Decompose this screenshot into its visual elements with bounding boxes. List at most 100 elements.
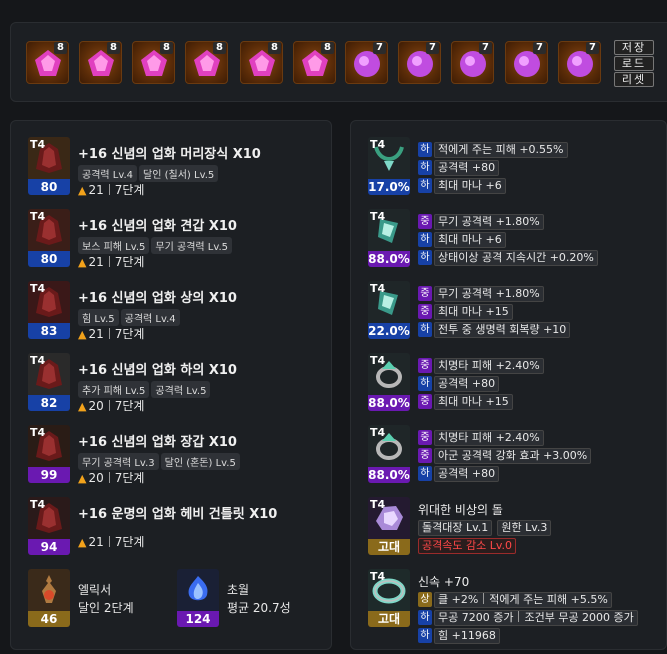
gem-level: 7 (586, 42, 599, 54)
equipment-tag: 달인 (혼돈) Lv.5 (160, 453, 240, 470)
equipment-tag: 공격력 Lv.5 (151, 381, 211, 398)
stone-engraving-1: 돌격대장 Lv.1 (418, 519, 493, 536)
chest-icon: T4 83 (28, 281, 70, 339)
gem-slot[interactable]: 7 (345, 41, 388, 84)
gem-slot[interactable]: 7 (398, 41, 441, 84)
gem-slot[interactable]: 8 (240, 41, 283, 84)
transcend-icon: 124 (177, 569, 219, 627)
stone-icon: T4 고대 (368, 497, 410, 555)
equipment-tag: 추가 피해 Lv.5 (78, 381, 150, 398)
bracelet-rarity: 고대 (368, 611, 410, 627)
equipment-tag: 보스 피해 Lv.5 (78, 237, 150, 254)
grade-badge: 하 (418, 250, 432, 265)
gem-slot[interactable]: 7 (451, 41, 494, 84)
grade-badge: 중 (418, 358, 432, 373)
stone-rarity: 고대 (368, 539, 410, 555)
elixir-value: 달인 2단계 (78, 601, 134, 615)
quality-value: 17.0% (368, 179, 410, 195)
grade-badge: 중 (418, 430, 432, 445)
gloves-icon: T4 99 (28, 425, 70, 483)
gem-slot[interactable]: 8 (293, 41, 336, 84)
gem-level: 7 (533, 42, 546, 54)
earring-icon: T4 88.0% (368, 209, 410, 267)
elixir-icon: 46 (28, 569, 70, 627)
quality-value: 82 (28, 395, 70, 411)
bracelet-title: 신속 +70 (418, 575, 470, 589)
equipment-stat: ▲ 20 7단계 (78, 399, 145, 413)
accessory-option: 공격력 +80 (434, 159, 500, 176)
flame-icon: ▲ (78, 184, 87, 197)
reset-button[interactable]: 리셋 (614, 72, 654, 87)
equipment-tag: 달인 (칠서) Lv.5 (139, 165, 219, 182)
earring-icon: T4 22.0% (368, 281, 410, 339)
save-button[interactable]: 저장 (614, 40, 654, 55)
gem-level: 8 (213, 42, 226, 54)
equipment-name: +16 신념의 업화 머리장식 X10 (78, 147, 261, 162)
accessory-option: 최대 마나 +6 (434, 177, 506, 194)
stone-negative: 공격속도 감소 Lv.0 (418, 537, 516, 554)
quality-value: 88.0% (368, 395, 410, 411)
gem-level: 8 (160, 42, 173, 54)
accessory-panel: T4 17.0% 하 적에게 주는 피해 +0.55% 하 공격력 +80 하 최대 마나 +… (350, 120, 667, 650)
transcend-quality: 124 (177, 611, 219, 627)
grade-badge: 하 (418, 178, 432, 193)
gem-slot[interactable]: 7 (558, 41, 601, 84)
accessory-option: 최대 마나 +15 (434, 393, 513, 410)
gem-slot[interactable]: 8 (132, 41, 175, 84)
ring-icon: T4 88.0% (368, 425, 410, 483)
gem-level: 8 (107, 42, 120, 54)
gem-bar: 8 8 8 8 8 8 7 7 7 7 7 저장 로드 리셋 (10, 22, 667, 102)
stone-engraving-2: 원한 Lv.3 (497, 519, 552, 536)
gem-level: 7 (426, 42, 439, 54)
grade-badge: 하 (418, 466, 432, 481)
grade-badge: 하 (418, 376, 432, 391)
accessory-option: 최대 마나 +15 (434, 303, 513, 320)
grade-badge: 하 (418, 322, 432, 337)
equipment-tag: 무기 공격력 Lv.3 (78, 453, 159, 470)
equipment-name: +16 신념의 업화 견갑 X10 (78, 219, 237, 234)
equipment-tag: 무기 공격력 Lv.5 (151, 237, 233, 254)
quality-value: 99 (28, 467, 70, 483)
gem-level: 7 (373, 42, 386, 54)
gem-slot[interactable]: 7 (505, 41, 548, 84)
shoulder-icon: T4 80 (28, 209, 70, 267)
pants-icon: T4 82 (28, 353, 70, 411)
accessory-option: 적에게 주는 피해 +0.55% (434, 141, 568, 158)
equipment-stat: ▲ 21 7단계 (78, 535, 145, 549)
bracelet-option-2: 무공 7200 증가 조건부 무공 2000 증가 (434, 609, 638, 626)
equipment-name: +16 신념의 업화 하의 X10 (78, 363, 237, 378)
stone-title: 위대한 비상의 돌 (418, 503, 503, 517)
grade-badge: 하 (418, 160, 432, 175)
accessory-option: 무기 공격력 +1.80% (434, 213, 544, 230)
gem-slot[interactable]: 8 (185, 41, 228, 84)
accessory-option: 최대 마나 +6 (434, 231, 506, 248)
grade-badge: 중 (418, 304, 432, 319)
gem-slot[interactable]: 8 (26, 41, 69, 84)
quality-value: 80 (28, 251, 70, 267)
flame-icon: ▲ (78, 400, 87, 413)
gem-level: 8 (54, 42, 67, 54)
quality-value: 22.0% (368, 323, 410, 339)
equipment-stat: ▲ 21 7단계 (78, 327, 145, 341)
quality-value: 83 (28, 323, 70, 339)
flame-icon: ▲ (78, 472, 87, 485)
quality-value: 88.0% (368, 251, 410, 267)
gem-level: 8 (268, 42, 281, 54)
quality-value: 88.0% (368, 467, 410, 483)
equipment-panel: T4 80 +16 신념의 업화 머리장식 X10 공격력 Lv.4 달인 (칠서) L… (10, 120, 332, 650)
equipment-stat: ▲ 20 7단계 (78, 471, 145, 485)
elixir-quality: 46 (28, 611, 70, 627)
equipment-stat: ▲ 21 7단계 (78, 255, 145, 269)
bracelet-option-1: 클 +2% 적에게 주는 피해 +5.5% (434, 591, 612, 608)
bracelet-icon: T4 고대 (368, 569, 410, 627)
load-button[interactable]: 로드 (614, 56, 654, 71)
accessory-option: 무기 공격력 +1.80% (434, 285, 544, 302)
flame-icon: ▲ (78, 536, 87, 549)
gem-slot[interactable]: 8 (79, 41, 122, 84)
grade-badge: 중 (418, 448, 432, 463)
transcend-value: 평균 20.7성 (227, 601, 291, 615)
equipment-tag: 힘 Lv.5 (78, 309, 119, 326)
helmet-icon: T4 80 (28, 137, 70, 195)
equipment-name: +16 신념의 업화 상의 X10 (78, 291, 237, 306)
equipment-tag: 공격력 Lv.4 (120, 309, 180, 326)
